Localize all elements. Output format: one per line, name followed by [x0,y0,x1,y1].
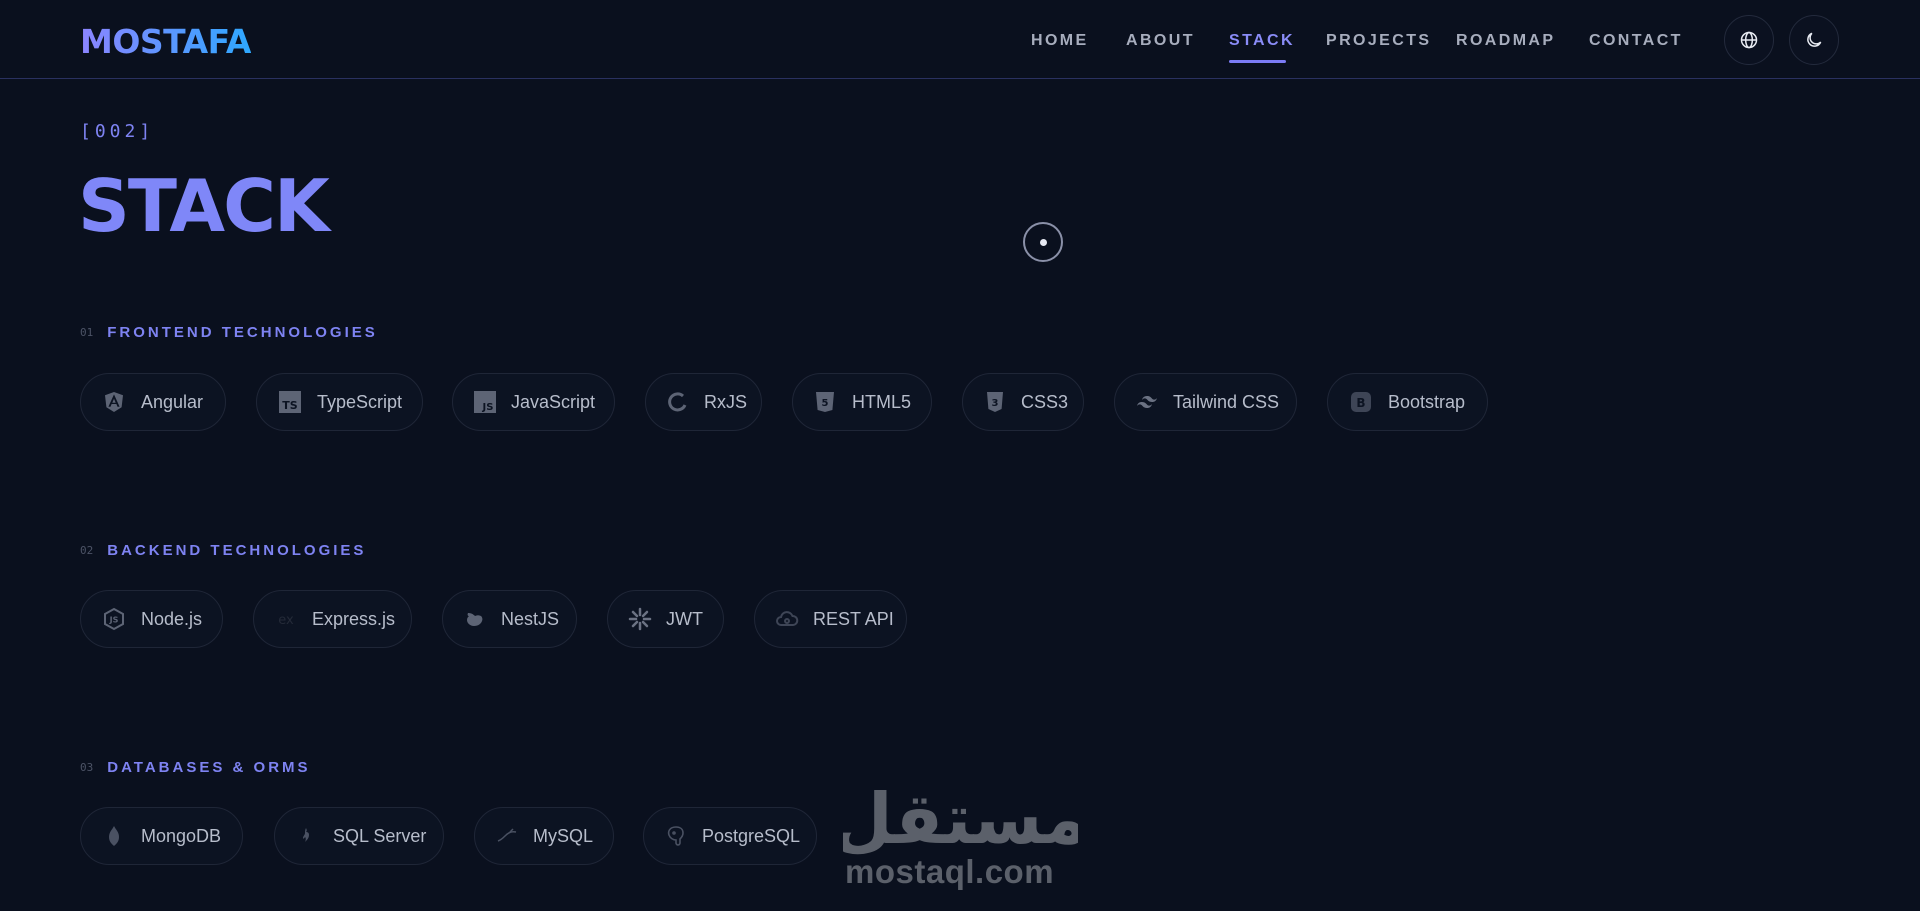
mostaql-arabic-logo: مستقل [843,778,1078,855]
svg-text:TS: TS [282,399,298,412]
chip-label: JavaScript [511,391,596,412]
category-number: 01 [80,326,94,339]
category-number: 03 [80,761,94,774]
svg-text:3: 3 [992,398,999,409]
jwt-icon [628,606,652,632]
nav-active-indicator [1229,60,1286,63]
chip-angular[interactable]: Angular [80,373,226,431]
category-title: FRONTEND TECHNOLOGIES [107,324,378,341]
chip-label: Express.js [312,608,396,629]
language-toggle-button[interactable] [1724,15,1774,65]
chip-css3[interactable]: 3 CSS3 [962,373,1084,431]
chip-label: MongoDB [141,825,222,846]
chip-label: RxJS [704,391,748,412]
typescript-icon: TS [277,389,303,415]
nav-about[interactable]: ABOUT [1126,32,1195,50]
chip-javascript[interactable]: JS JavaScript [452,373,615,431]
css3-icon: 3 [983,389,1007,415]
nav-projects[interactable]: PROJECTS [1326,32,1431,50]
bootstrap-icon: B [1348,389,1374,415]
angular-icon [101,389,127,415]
chip-sql-server[interactable]: SQL Server [274,807,444,865]
category-number: 02 [80,544,94,557]
mongodb-icon [101,823,127,849]
svg-text:5: 5 [822,398,829,409]
nav-contact[interactable]: CONTACT [1589,32,1683,50]
nodejs-icon: JS [101,606,127,632]
chip-label: SQL Server [333,825,427,846]
chip-nestjs[interactable]: NestJS [442,590,577,648]
chip-postgresql[interactable]: PostgreSQL [643,807,817,865]
chip-rest-api[interactable]: REST API [754,590,907,648]
theme-toggle-button[interactable] [1789,15,1839,65]
express-icon: ex [274,606,298,632]
category-title: DATABASES & ORMS [107,759,311,776]
chip-jwt[interactable]: JWT [607,590,724,648]
mysql-icon [495,823,519,849]
nav-stack[interactable]: STACK [1229,32,1295,50]
chip-bootstrap[interactable]: B Bootstrap [1327,373,1488,431]
section-index: [002] [80,121,155,142]
moon-icon [1807,32,1822,47]
rxjs-icon [666,389,690,415]
globe-icon [1740,31,1758,49]
custom-cursor [1023,222,1063,262]
svg-text:ex: ex [278,613,294,628]
chip-label: JWT [666,608,703,629]
chip-label: Node.js [140,608,202,629]
svg-text:JS: JS [482,402,494,413]
chip-tailwind[interactable]: Tailwind CSS [1114,373,1297,431]
main-nav: HOME ABOUT STACK PROJECTS ROADMAP CONTAC… [0,32,1920,63]
chip-label: TypeScript [316,391,402,412]
svg-text:B: B [1356,396,1365,410]
chip-html5[interactable]: 5 HTML5 [792,373,932,431]
chip-mysql[interactable]: MySQL [474,807,614,865]
mostaql-domain: mostaql.com [845,853,1055,890]
svg-text:مستقل: مستقل [843,778,1078,855]
site-header: MOSTAFA HOME ABOUT STACK PROJECTS ROADMA… [0,0,1920,79]
chip-label: PostgreSQL [702,825,801,846]
chip-typescript[interactable]: TS TypeScript [256,373,423,431]
nestjs-icon [463,606,487,632]
chip-express[interactable]: ex Express.js [253,590,412,648]
svg-text:JS: JS [109,616,119,625]
sql-server-icon [295,823,319,849]
chip-label: CSS3 [1021,391,1069,412]
tailwind-icon [1135,389,1159,415]
nav-roadmap[interactable]: ROADMAP [1456,32,1555,50]
javascript-icon: JS [473,389,497,415]
nav-home[interactable]: HOME [1031,32,1089,50]
chip-label: Angular [141,391,204,412]
chip-label: NestJS [501,608,560,629]
chip-label: HTML5 [851,391,911,412]
mostaql-watermark: مستقل mostaql.com [843,775,1078,895]
category-heading-backend: 02 BACKEND TECHNOLOGIES [80,540,366,560]
page-title: STACK [78,164,330,248]
chip-mongodb[interactable]: MongoDB [80,807,243,865]
html5-icon: 5 [813,389,838,415]
category-heading-frontend: 01 FRONTEND TECHNOLOGIES [80,322,378,342]
chip-label: Tailwind CSS [1173,391,1280,412]
chip-label: MySQL [533,825,594,846]
category-title: BACKEND TECHNOLOGIES [107,542,367,559]
chip-label: Bootstrap [1388,391,1466,412]
category-heading-databases: 03 DATABASES & ORMS [80,757,311,777]
chip-nodejs[interactable]: JS Node.js [80,590,223,648]
chip-rxjs[interactable]: RxJS [645,373,762,431]
chip-label: REST API [813,608,894,629]
page: MOSTAFA HOME ABOUT STACK PROJECTS ROADMA… [0,0,1920,911]
postgresql-icon [664,823,688,849]
rest-api-icon [775,606,799,632]
